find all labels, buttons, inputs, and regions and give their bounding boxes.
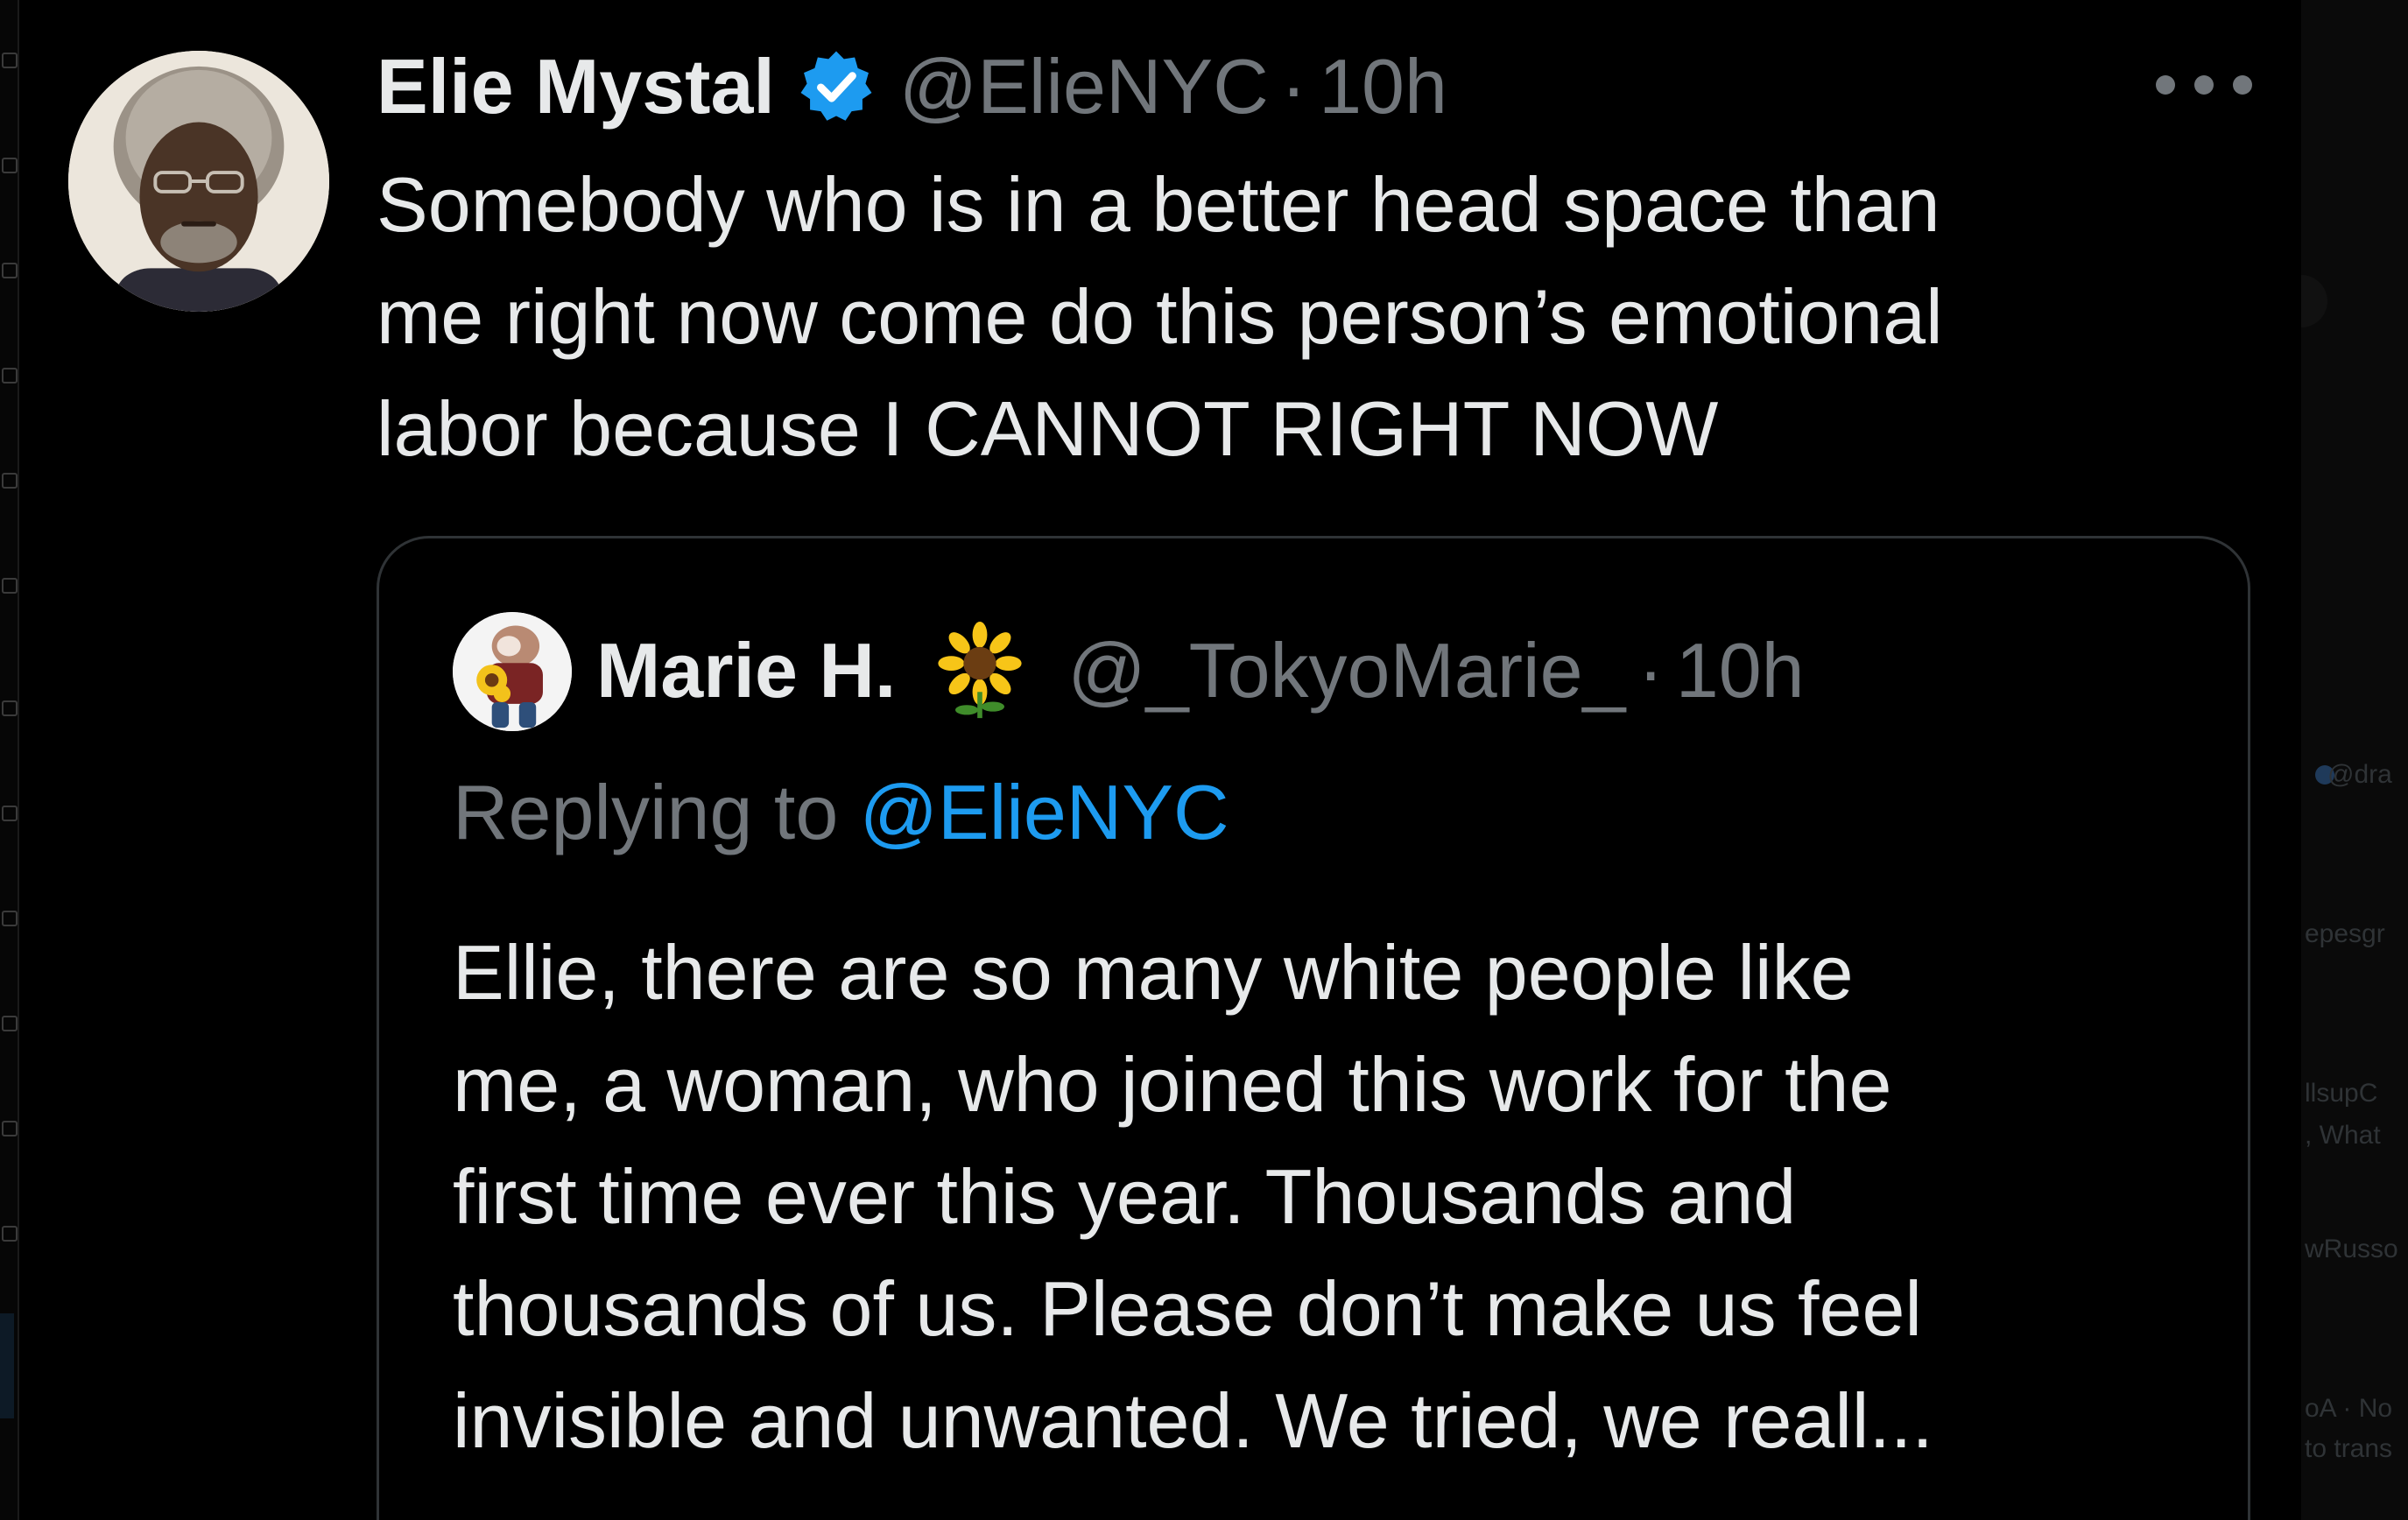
quoted-avatar-image	[453, 612, 572, 731]
sidebar-avatar-partial	[2301, 275, 2327, 327]
sidebar-fragment[interactable]: wRusso	[2305, 1235, 2408, 1264]
quoted-handle[interactable]: @_TokyoMarie_	[1067, 626, 1625, 715]
nav-icon[interactable]	[2, 700, 18, 716]
replying-to-label: Replying to	[453, 769, 860, 855]
left-nav-edge	[0, 0, 19, 1520]
quoted-separator-dot: ·	[1637, 627, 1664, 714]
display-name[interactable]: Elie Mystal	[377, 42, 775, 131]
quoted-avatar[interactable]	[453, 612, 572, 731]
tweet[interactable]: Elie Mystal @ElieNYC · 10h Somebody who …	[19, 0, 2301, 1520]
quoted-display-name[interactable]: Marie H.	[596, 626, 896, 715]
sunflower-icon	[931, 622, 1029, 720]
separator-dot: ·	[1280, 43, 1307, 130]
right-sidebar-edge: @dra epesgr llsupC , What wRusso oA · No…	[2301, 0, 2408, 1520]
avatar-image	[68, 51, 329, 312]
handle[interactable]: @ElieNYC	[899, 42, 1269, 131]
screenshot-page: Elie Mystal @ElieNYC · 10h Somebody who …	[0, 0, 2408, 1520]
sidebar-fragment[interactable]: epesgr	[2305, 919, 2408, 949]
nav-icon[interactable]	[2, 263, 18, 278]
nav-icon[interactable]	[2, 806, 18, 821]
nav-icon[interactable]	[2, 1226, 18, 1242]
sidebar-fragment[interactable]: llsupC	[2305, 1079, 2408, 1108]
quoted-timestamp[interactable]: 10h	[1676, 626, 1805, 715]
nav-icon[interactable]	[2, 1121, 18, 1136]
tweet-header: Elie Mystal @ElieNYC · 10h	[377, 39, 1447, 135]
nav-icon[interactable]	[2, 368, 18, 384]
quoted-tweet-header: Marie H. @_TokyoMarie_ · 10h	[596, 614, 1805, 728]
timestamp[interactable]: 10h	[1319, 42, 1447, 131]
nav-active-indicator	[0, 1313, 14, 1418]
sidebar-fragment[interactable]: oA · No	[2305, 1394, 2408, 1424]
tweet-text: Somebody who is in a better head space t…	[377, 161, 1943, 472]
quoted-tweet-text: Ellie, there are so many white people li…	[453, 929, 1933, 1464]
nav-icon[interactable]	[2, 158, 18, 173]
nav-icon[interactable]	[2, 578, 18, 594]
more-options-icon[interactable]	[2156, 72, 2252, 98]
nav-icon[interactable]	[2, 911, 18, 926]
nav-icon[interactable]	[2, 53, 18, 68]
verified-badge-icon[interactable]	[798, 48, 875, 125]
nav-icon[interactable]	[2, 473, 18, 489]
nav-icon[interactable]	[2, 1016, 18, 1031]
avatar[interactable]	[68, 51, 329, 312]
sidebar-fragment[interactable]: , What	[2305, 1121, 2408, 1151]
replying-to-handle-link[interactable]: @ElieNYC	[860, 769, 1229, 855]
sidebar-fragment[interactable]: to trans	[2305, 1434, 2408, 1464]
quoted-tweet[interactable]: Marie H. @_TokyoMarie_ · 10h Replying to…	[377, 536, 2250, 1520]
sidebar-fragment[interactable]: @dra	[2327, 760, 2408, 790]
replying-to-line: Replying to @ElieNYC	[453, 768, 1229, 857]
